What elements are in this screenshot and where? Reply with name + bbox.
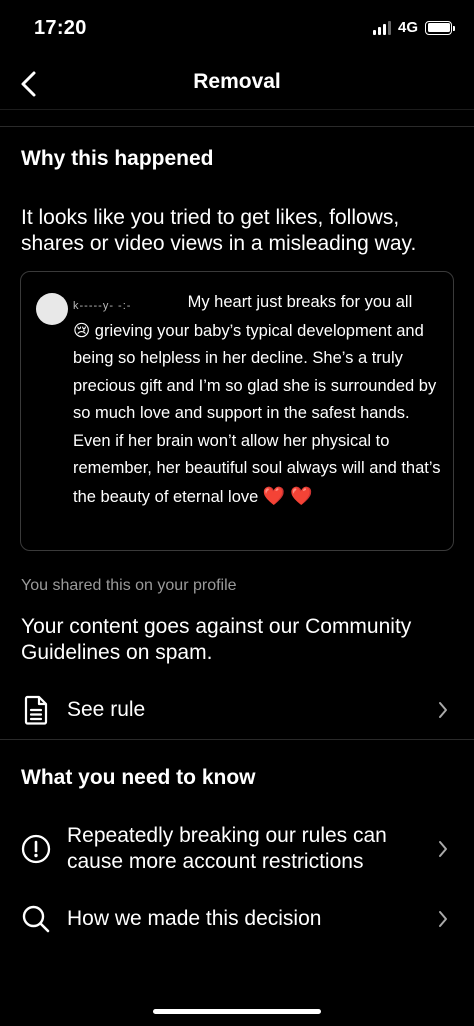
quoted-comment-text: k-----y- -:- My heart just breaks for yo…	[73, 289, 448, 511]
status-time: 17:20	[34, 17, 87, 39]
know-section-title: What you need to know	[21, 766, 256, 789]
search-icon	[20, 903, 52, 935]
comment-text-part1: My heart just breaks for you all	[183, 293, 413, 311]
see-rule-label: See rule	[67, 698, 146, 721]
restrictions-row[interactable]: Repeatedly breaking our rules can cause …	[0, 818, 474, 880]
divider	[0, 126, 474, 127]
chevron-right-icon	[436, 839, 450, 859]
why-description: It looks like you tried to get likes, fo…	[21, 206, 417, 255]
signal-icon	[372, 20, 391, 35]
nav-bar: Removal	[0, 58, 474, 110]
quoted-comment-card: k-----y- -:- My heart just breaks for yo…	[20, 271, 454, 551]
status-bar: 17:20 4G	[0, 0, 474, 58]
divider	[0, 739, 474, 740]
document-icon	[20, 694, 52, 726]
page-title: Removal	[193, 70, 281, 93]
violation-text: Your content goes against our Community …	[21, 615, 412, 664]
network-type: 4G	[397, 19, 418, 36]
crying-face-emoji: 😢	[73, 320, 91, 340]
home-indicator[interactable]	[153, 1009, 321, 1014]
decision-row[interactable]: How we made this decision	[0, 894, 474, 944]
see-rule-row[interactable]: See rule	[0, 686, 474, 734]
exclamation-circle-icon	[20, 833, 52, 865]
comment-username: k-----y- -:-	[73, 300, 132, 312]
why-section-title: Why this happened	[21, 147, 214, 170]
restrictions-label: Repeatedly breaking our rules can cause …	[67, 824, 387, 873]
decision-label: How we made this decision	[67, 907, 322, 930]
heart-emoji: ❤️ ❤️	[262, 485, 313, 506]
status-indicators: 4G	[372, 19, 455, 36]
avatar	[36, 293, 68, 325]
chevron-right-icon	[436, 909, 450, 929]
battery-icon	[425, 20, 455, 35]
shared-caption: You shared this on your profile	[21, 577, 237, 594]
comment-text-part2: grieving your baby’s typical development…	[73, 321, 441, 506]
chevron-right-icon	[436, 700, 450, 720]
